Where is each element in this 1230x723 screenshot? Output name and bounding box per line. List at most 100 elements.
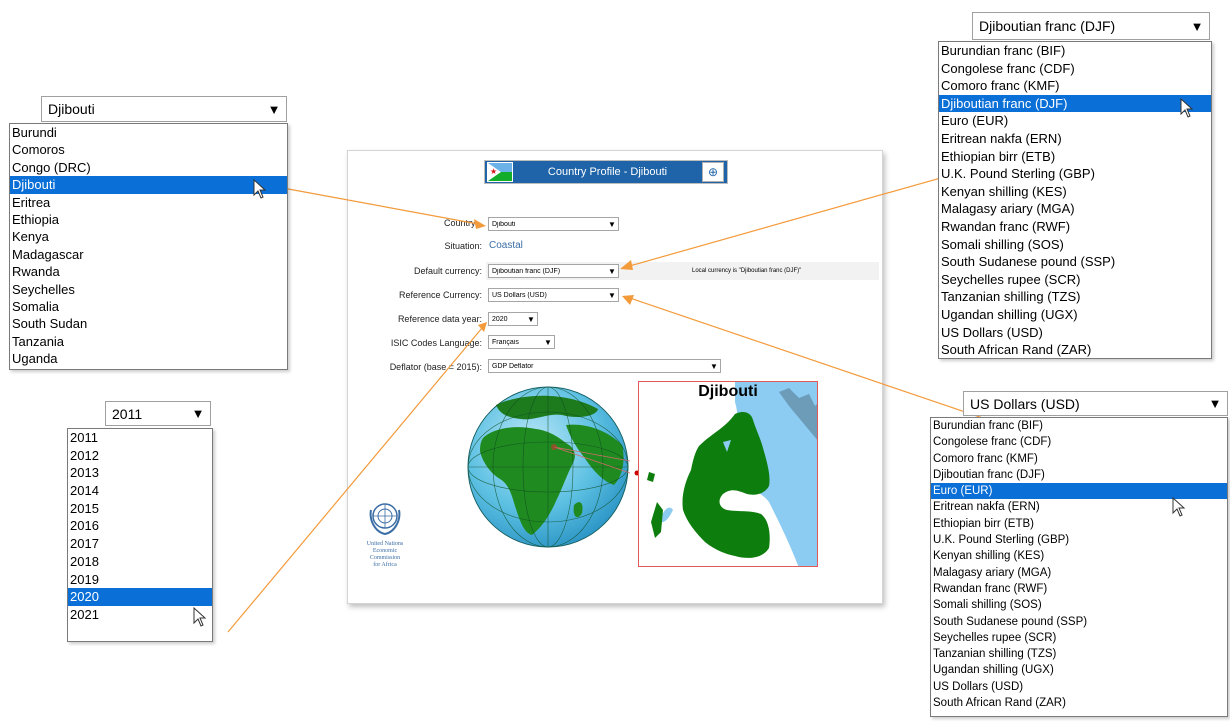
- page-title: Country Profile - Djibouti: [547, 166, 668, 178]
- dropdown-option[interactable]: Rwanda: [10, 263, 287, 280]
- chevron-down-icon: ▼: [1208, 396, 1222, 411]
- dropdown-option[interactable]: Eritrea: [10, 194, 287, 211]
- dropdown-option[interactable]: Seychelles: [10, 281, 287, 298]
- dropdown-option[interactable]: Burundi: [10, 124, 287, 141]
- situation-value: Coastal: [489, 240, 523, 251]
- dropdown-option[interactable]: Uganda: [10, 350, 287, 367]
- country-dropdown-list[interactable]: Burundi Comoros Congo (DRC) Djibouti Eritrea…: [9, 123, 288, 370]
- reference-year-label: Reference data year:: [397, 314, 482, 324]
- mouse-pointer-icon: [1172, 497, 1186, 517]
- deflator-label: Deflator (base = 2015):: [389, 362, 482, 372]
- dropdown-option[interactable]: Congo (DRC): [10, 159, 287, 176]
- logo-line-2: Economic Commission: [369, 548, 401, 561]
- title-banner: ★ Country Profile - Djibouti ⊕: [484, 160, 728, 184]
- reference-currency-select[interactable]: US Dollars (USD) ▼: [488, 288, 619, 302]
- dropdown-option[interactable]: Tanzanian shilling (TZS): [939, 288, 1211, 306]
- dropdown-option[interactable]: U.K. Pound Sterling (GBP): [931, 532, 1227, 548]
- dropdown-option[interactable]: Ethiopia: [10, 211, 287, 228]
- dropdown-option[interactable]: Djibouti: [10, 176, 287, 194]
- dropdown-option[interactable]: South Sudan: [10, 315, 287, 332]
- mouse-pointer-icon: [1180, 98, 1194, 118]
- chevron-down-icon: ▼: [544, 337, 552, 347]
- dropdown-option[interactable]: Eritrean nakfa (ERN): [939, 130, 1211, 148]
- logo-line-1: United Nations: [366, 541, 404, 547]
- dropdown-option[interactable]: 2011: [68, 429, 212, 447]
- dropdown-option[interactable]: South African Rand (ZAR): [939, 341, 1211, 359]
- deflator-select[interactable]: GDP Deflator ▼: [488, 359, 721, 373]
- isic-language-label: ISIC Codes Language:: [390, 338, 482, 348]
- dropdown-option[interactable]: Tanzanian shilling (TZS): [931, 646, 1227, 662]
- dropdown-option[interactable]: South Sudanese pound (SSP): [939, 253, 1211, 271]
- dropdown-option[interactable]: Euro (EUR): [939, 112, 1211, 130]
- reference-currency-dropdown-list[interactable]: Burundian franc (BIF) Congolese franc (CD…: [930, 417, 1228, 717]
- dropdown-option[interactable]: Comoro franc (KMF): [939, 77, 1211, 95]
- dropdown-option[interactable]: 2019: [68, 571, 212, 589]
- dropdown-option[interactable]: Tanzania: [10, 333, 287, 350]
- dropdown-option[interactable]: Comoros: [10, 141, 287, 158]
- default-currency-select[interactable]: Djiboutian franc (DJF) ▼: [488, 264, 619, 278]
- dropdown-option[interactable]: Congolese franc (CDF): [931, 434, 1227, 450]
- dropdown-option[interactable]: Ugandan shilling (UGX): [939, 306, 1211, 324]
- djibouti-flag-icon: ★: [487, 162, 513, 182]
- dropdown-option[interactable]: Kenyan shilling (KES): [939, 183, 1211, 201]
- dropdown-option[interactable]: Comoro franc (KMF): [931, 451, 1227, 467]
- dropdown-option[interactable]: Ethiopian birr (ETB): [939, 148, 1211, 166]
- dropdown-option[interactable]: Somali shilling (SOS): [939, 236, 1211, 254]
- dropdown-option[interactable]: U.K. Pound Sterling (GBP): [939, 165, 1211, 183]
- default-currency-dropdown-header[interactable]: Djiboutian franc (DJF) ▼: [972, 12, 1210, 40]
- country-select[interactable]: Djibouti ▼: [488, 217, 619, 231]
- isic-language-select[interactable]: Français ▼: [488, 335, 555, 349]
- dropdown-option[interactable]: South Sudanese pound (SSP): [931, 614, 1227, 630]
- dropdown-option[interactable]: Congolese franc (CDF): [939, 60, 1211, 78]
- dropdown-option[interactable]: Kenyan shilling (KES): [931, 548, 1227, 564]
- un-emblem-icon: [369, 503, 401, 536]
- chevron-down-icon: ▼: [527, 314, 535, 324]
- dropdown-option[interactable]: Madagascar: [10, 246, 287, 263]
- logo-line-3: for Africa: [373, 562, 397, 568]
- chevron-down-icon: ▼: [267, 101, 281, 117]
- dropdown-option[interactable]: Djiboutian franc (DJF): [939, 94, 1211, 113]
- dropdown-option[interactable]: Malagasy ariary (MGA): [939, 200, 1211, 218]
- dropdown-option[interactable]: 2017: [68, 535, 212, 553]
- dropdown-option[interactable]: US Dollars (USD): [931, 679, 1227, 695]
- dropdown-option[interactable]: 2021: [68, 606, 212, 624]
- map-title: Djibouti: [698, 383, 758, 400]
- default-currency-dropdown-list[interactable]: Burundian franc (BIF) Congolese franc (CD…: [938, 41, 1212, 359]
- dropdown-option[interactable]: Malagasy ariary (MGA): [931, 565, 1227, 581]
- chevron-down-icon: ▼: [1190, 18, 1204, 34]
- dropdown-option[interactable]: 2015: [68, 500, 212, 518]
- dropdown-option[interactable]: 2014: [68, 482, 212, 500]
- dropdown-option[interactable]: 2020: [68, 588, 212, 606]
- year-dropdown-header[interactable]: 2011 ▼: [105, 401, 211, 426]
- dropdown-option[interactable]: Rwandan franc (RWF): [939, 218, 1211, 236]
- mouse-pointer-icon: [193, 607, 207, 627]
- dropdown-option[interactable]: 2016: [68, 517, 212, 535]
- dropdown-option[interactable]: 2013: [68, 464, 212, 482]
- dropdown-option[interactable]: Seychelles rupee (SCR): [931, 630, 1227, 646]
- dropdown-option[interactable]: Somali shilling (SOS): [931, 597, 1227, 613]
- reference-year-select[interactable]: 2020 ▼: [488, 312, 538, 326]
- dropdown-option[interactable]: South African Rand (ZAR): [931, 695, 1227, 711]
- reference-currency-dropdown-header[interactable]: US Dollars (USD) ▼: [963, 391, 1228, 416]
- year-dropdown-list[interactable]: 2011 2012 2013 2014 2015 2016 2017 2018 2019 2020…: [67, 428, 213, 642]
- country-dropdown-header[interactable]: Djibouti ▼: [41, 96, 287, 122]
- chevron-down-icon: ▼: [191, 406, 205, 421]
- mouse-pointer-icon: [253, 179, 267, 199]
- local-currency-note: Local currency is "Djiboutian franc (DJF…: [692, 268, 802, 274]
- dropdown-option[interactable]: Somalia: [10, 298, 287, 315]
- country-map: [638, 381, 818, 567]
- dropdown-option[interactable]: 2018: [68, 553, 212, 571]
- dropdown-option[interactable]: Burundian franc (BIF): [931, 418, 1227, 434]
- dropdown-option[interactable]: Ugandan shilling (UGX): [931, 662, 1227, 678]
- chevron-down-icon: ▼: [710, 361, 718, 371]
- dropdown-option[interactable]: Seychelles rupee (SCR): [939, 271, 1211, 289]
- dropdown-option[interactable]: Djiboutian franc (DJF): [931, 467, 1227, 483]
- dropdown-option[interactable]: 2012: [68, 447, 212, 465]
- country-label: Country:: [443, 218, 478, 228]
- dropdown-option[interactable]: Kenya: [10, 228, 287, 245]
- dropdown-option[interactable]: US Dollars (USD): [939, 324, 1211, 342]
- un-emblem-icon: ⊕: [702, 162, 724, 182]
- dropdown-option[interactable]: Burundian franc (BIF): [939, 42, 1211, 60]
- un-eca-logo: United Nations Economic Commission for A…: [360, 500, 410, 569]
- dropdown-option[interactable]: Rwandan franc (RWF): [931, 581, 1227, 597]
